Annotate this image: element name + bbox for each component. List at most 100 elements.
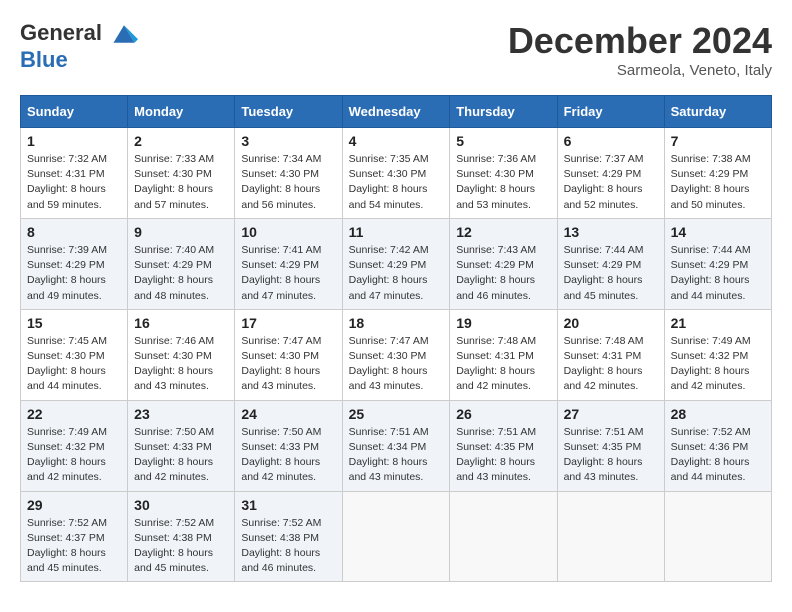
day-number: 26 <box>456 406 550 422</box>
calendar-cell: 26 Sunrise: 7:51 AM Sunset: 4:35 PM Dayl… <box>450 400 557 491</box>
logo-icon <box>110 20 138 48</box>
day-number: 8 <box>27 224 121 240</box>
calendar-cell: 11 Sunrise: 7:42 AM Sunset: 4:29 PM Dayl… <box>342 218 450 309</box>
day-number: 30 <box>134 497 228 513</box>
day-info: Sunrise: 7:51 AM Sunset: 4:35 PM Dayligh… <box>564 425 658 486</box>
calendar-cell: 17 Sunrise: 7:47 AM Sunset: 4:30 PM Dayl… <box>235 309 342 400</box>
day-number: 14 <box>671 224 765 240</box>
day-info: Sunrise: 7:46 AM Sunset: 4:30 PM Dayligh… <box>134 334 228 395</box>
day-info: Sunrise: 7:44 AM Sunset: 4:29 PM Dayligh… <box>671 243 765 304</box>
day-number: 5 <box>456 133 550 149</box>
day-number: 24 <box>241 406 335 422</box>
calendar-cell: 31 Sunrise: 7:52 AM Sunset: 4:38 PM Dayl… <box>235 491 342 582</box>
day-info: Sunrise: 7:47 AM Sunset: 4:30 PM Dayligh… <box>349 334 444 395</box>
calendar-cell: 8 Sunrise: 7:39 AM Sunset: 4:29 PM Dayli… <box>21 218 128 309</box>
calendar-cell: 25 Sunrise: 7:51 AM Sunset: 4:34 PM Dayl… <box>342 400 450 491</box>
title-block: December 2024 Sarmeola, Veneto, Italy <box>508 20 772 79</box>
day-number: 23 <box>134 406 228 422</box>
calendar-cell: 22 Sunrise: 7:49 AM Sunset: 4:32 PM Dayl… <box>21 400 128 491</box>
day-info: Sunrise: 7:38 AM Sunset: 4:29 PM Dayligh… <box>671 152 765 213</box>
day-number: 28 <box>671 406 765 422</box>
calendar-cell: 19 Sunrise: 7:48 AM Sunset: 4:31 PM Dayl… <box>450 309 557 400</box>
day-info: Sunrise: 7:37 AM Sunset: 4:29 PM Dayligh… <box>564 152 658 213</box>
day-header-wednesday: Wednesday <box>342 96 450 128</box>
day-info: Sunrise: 7:42 AM Sunset: 4:29 PM Dayligh… <box>349 243 444 304</box>
day-number: 1 <box>27 133 121 149</box>
calendar-cell <box>664 491 771 582</box>
day-info: Sunrise: 7:52 AM Sunset: 4:36 PM Dayligh… <box>671 425 765 486</box>
day-info: Sunrise: 7:51 AM Sunset: 4:35 PM Dayligh… <box>456 425 550 486</box>
day-number: 4 <box>349 133 444 149</box>
location-subtitle: Sarmeola, Veneto, Italy <box>508 62 772 79</box>
day-number: 12 <box>456 224 550 240</box>
day-header-saturday: Saturday <box>664 96 771 128</box>
calendar-cell: 7 Sunrise: 7:38 AM Sunset: 4:29 PM Dayli… <box>664 128 771 219</box>
calendar-cell <box>557 491 664 582</box>
calendar-cell: 9 Sunrise: 7:40 AM Sunset: 4:29 PM Dayli… <box>128 218 235 309</box>
day-info: Sunrise: 7:49 AM Sunset: 4:32 PM Dayligh… <box>27 425 121 486</box>
calendar-cell: 21 Sunrise: 7:49 AM Sunset: 4:32 PM Dayl… <box>664 309 771 400</box>
calendar-cell: 5 Sunrise: 7:36 AM Sunset: 4:30 PM Dayli… <box>450 128 557 219</box>
day-number: 11 <box>349 224 444 240</box>
logo-text-general: General <box>20 20 102 45</box>
calendar-cell: 2 Sunrise: 7:33 AM Sunset: 4:30 PM Dayli… <box>128 128 235 219</box>
calendar-cell <box>450 491 557 582</box>
calendar-cell: 12 Sunrise: 7:43 AM Sunset: 4:29 PM Dayl… <box>450 218 557 309</box>
day-number: 13 <box>564 224 658 240</box>
day-number: 9 <box>134 224 228 240</box>
day-number: 17 <box>241 315 335 331</box>
calendar-cell: 6 Sunrise: 7:37 AM Sunset: 4:29 PM Dayli… <box>557 128 664 219</box>
day-number: 16 <box>134 315 228 331</box>
day-info: Sunrise: 7:48 AM Sunset: 4:31 PM Dayligh… <box>456 334 550 395</box>
day-info: Sunrise: 7:34 AM Sunset: 4:30 PM Dayligh… <box>241 152 335 213</box>
day-info: Sunrise: 7:40 AM Sunset: 4:29 PM Dayligh… <box>134 243 228 304</box>
day-number: 21 <box>671 315 765 331</box>
day-number: 6 <box>564 133 658 149</box>
day-info: Sunrise: 7:44 AM Sunset: 4:29 PM Dayligh… <box>564 243 658 304</box>
day-number: 18 <box>349 315 444 331</box>
day-info: Sunrise: 7:39 AM Sunset: 4:29 PM Dayligh… <box>27 243 121 304</box>
day-info: Sunrise: 7:51 AM Sunset: 4:34 PM Dayligh… <box>349 425 444 486</box>
day-info: Sunrise: 7:43 AM Sunset: 4:29 PM Dayligh… <box>456 243 550 304</box>
day-number: 27 <box>564 406 658 422</box>
month-title: December 2024 <box>508 20 772 62</box>
calendar-cell: 4 Sunrise: 7:35 AM Sunset: 4:30 PM Dayli… <box>342 128 450 219</box>
day-info: Sunrise: 7:52 AM Sunset: 4:38 PM Dayligh… <box>134 516 228 577</box>
logo-text-blue: Blue <box>20 48 138 72</box>
day-info: Sunrise: 7:49 AM Sunset: 4:32 PM Dayligh… <box>671 334 765 395</box>
calendar-cell: 29 Sunrise: 7:52 AM Sunset: 4:37 PM Dayl… <box>21 491 128 582</box>
logo: General Blue <box>20 20 138 72</box>
day-info: Sunrise: 7:35 AM Sunset: 4:30 PM Dayligh… <box>349 152 444 213</box>
day-info: Sunrise: 7:47 AM Sunset: 4:30 PM Dayligh… <box>241 334 335 395</box>
day-info: Sunrise: 7:50 AM Sunset: 4:33 PM Dayligh… <box>241 425 335 486</box>
day-header-sunday: Sunday <box>21 96 128 128</box>
calendar-cell <box>342 491 450 582</box>
day-info: Sunrise: 7:52 AM Sunset: 4:38 PM Dayligh… <box>241 516 335 577</box>
calendar-cell: 28 Sunrise: 7:52 AM Sunset: 4:36 PM Dayl… <box>664 400 771 491</box>
day-number: 10 <box>241 224 335 240</box>
day-number: 15 <box>27 315 121 331</box>
calendar-cell: 20 Sunrise: 7:48 AM Sunset: 4:31 PM Dayl… <box>557 309 664 400</box>
calendar-cell: 18 Sunrise: 7:47 AM Sunset: 4:30 PM Dayl… <box>342 309 450 400</box>
calendar-cell: 1 Sunrise: 7:32 AM Sunset: 4:31 PM Dayli… <box>21 128 128 219</box>
day-info: Sunrise: 7:48 AM Sunset: 4:31 PM Dayligh… <box>564 334 658 395</box>
day-info: Sunrise: 7:45 AM Sunset: 4:30 PM Dayligh… <box>27 334 121 395</box>
calendar-cell: 13 Sunrise: 7:44 AM Sunset: 4:29 PM Dayl… <box>557 218 664 309</box>
day-number: 25 <box>349 406 444 422</box>
day-header-thursday: Thursday <box>450 96 557 128</box>
calendar-header-row: SundayMondayTuesdayWednesdayThursdayFrid… <box>21 96 772 128</box>
day-header-monday: Monday <box>128 96 235 128</box>
day-number: 22 <box>27 406 121 422</box>
calendar-cell: 30 Sunrise: 7:52 AM Sunset: 4:38 PM Dayl… <box>128 491 235 582</box>
calendar-cell: 15 Sunrise: 7:45 AM Sunset: 4:30 PM Dayl… <box>21 309 128 400</box>
calendar-cell: 23 Sunrise: 7:50 AM Sunset: 4:33 PM Dayl… <box>128 400 235 491</box>
day-info: Sunrise: 7:33 AM Sunset: 4:30 PM Dayligh… <box>134 152 228 213</box>
calendar-cell: 10 Sunrise: 7:41 AM Sunset: 4:29 PM Dayl… <box>235 218 342 309</box>
day-number: 3 <box>241 133 335 149</box>
calendar-table: SundayMondayTuesdayWednesdayThursdayFrid… <box>20 95 772 582</box>
day-info: Sunrise: 7:32 AM Sunset: 4:31 PM Dayligh… <box>27 152 121 213</box>
calendar-cell: 27 Sunrise: 7:51 AM Sunset: 4:35 PM Dayl… <box>557 400 664 491</box>
day-number: 2 <box>134 133 228 149</box>
day-number: 29 <box>27 497 121 513</box>
page-header: General Blue December 2024 Sarmeola, Ven… <box>20 20 772 79</box>
